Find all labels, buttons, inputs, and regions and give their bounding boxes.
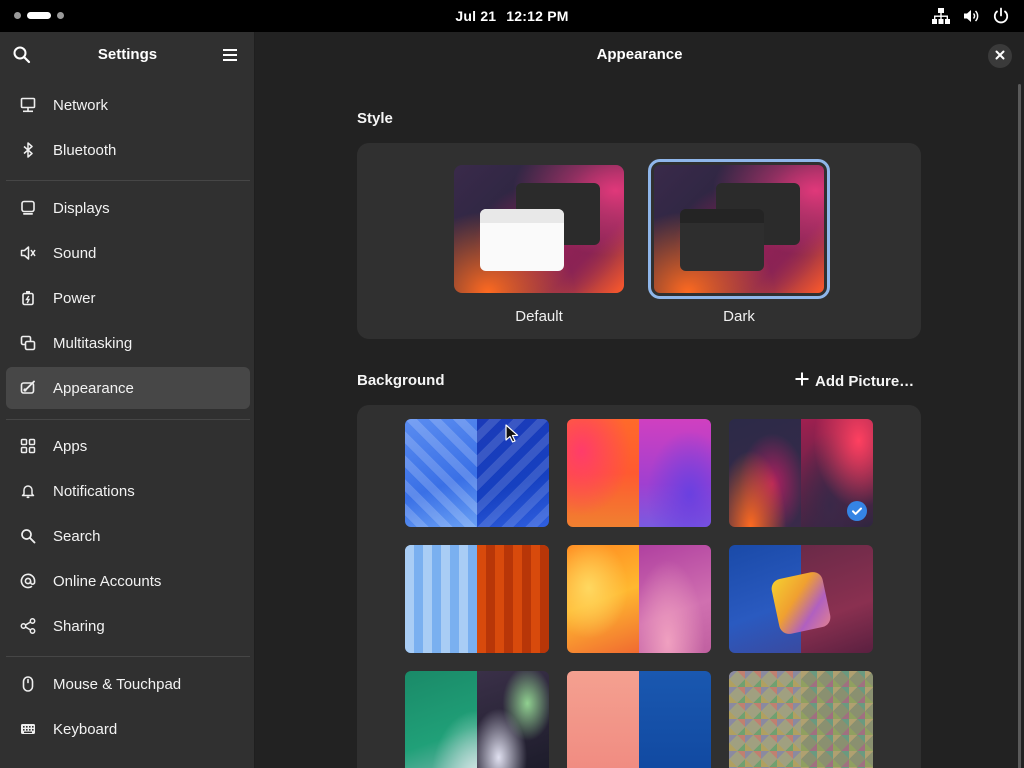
apps-grid-icon <box>19 437 37 455</box>
clock[interactable]: Jul 21 12:12 PM <box>0 8 1024 24</box>
sidebar-item-label: Bluetooth <box>53 141 117 159</box>
wallpaper-thumbnail[interactable] <box>405 545 549 653</box>
sidebar-item-displays[interactable]: Displays <box>6 187 250 229</box>
scrollbar[interactable] <box>1018 84 1021 768</box>
sidebar-item-bluetooth[interactable]: Bluetooth <box>6 129 250 171</box>
sidebar-item-label: Notifications <box>53 482 135 500</box>
wallpaper-thumbnail[interactable] <box>405 671 549 768</box>
sidebar-item-power[interactable]: Power <box>6 277 250 319</box>
sidebar-item-label: Appearance <box>53 379 134 397</box>
wallpaper-thumbnail[interactable] <box>567 671 711 768</box>
sidebar-item-apps[interactable]: Apps <box>6 425 250 467</box>
mouse-pointer-icon <box>505 424 519 449</box>
at-sign-icon <box>19 572 37 590</box>
bluetooth-icon <box>19 141 37 159</box>
clock-date: Jul 21 <box>455 8 497 24</box>
power-icon[interactable] <box>992 7 1010 25</box>
wallpaper-thumbnail[interactable] <box>729 545 873 653</box>
sidebar-item-label: Displays <box>53 199 110 217</box>
wallpaper-thumbnail[interactable] <box>567 419 711 527</box>
add-picture-button[interactable]: Add Picture… <box>795 372 914 390</box>
sidebar-item-network[interactable]: Network <box>6 84 250 126</box>
close-icon <box>995 47 1005 65</box>
network-wired-icon[interactable] <box>932 7 950 25</box>
sidebar-title: Settings <box>97 46 158 63</box>
sidebar-divider <box>6 419 250 420</box>
style-option-default[interactable] <box>454 165 624 293</box>
sidebar-item-keyboard[interactable]: Keyboard <box>6 708 250 750</box>
style-section-title: Style <box>357 110 393 127</box>
settings-sidebar: Settings Network Bluetooth Displays Soun… <box>0 32 255 768</box>
sidebar-item-appearance[interactable]: Appearance <box>6 367 250 409</box>
network-icon <box>19 96 37 114</box>
sidebar-item-sound[interactable]: Sound <box>6 232 250 274</box>
sidebar-divider <box>6 656 250 657</box>
sidebar-header: Settings <box>0 32 254 78</box>
add-picture-label: Add Picture… <box>815 372 915 390</box>
sidebar-item-mouse-touchpad[interactable]: Mouse & Touchpad <box>6 663 250 705</box>
sidebar-item-label: Sharing <box>53 617 105 635</box>
main-menu-button[interactable] <box>220 45 242 67</box>
volume-icon[interactable] <box>962 7 980 25</box>
glass-cube-shape <box>769 570 833 636</box>
wallpaper-thumbnail[interactable] <box>729 419 873 527</box>
sidebar-item-label: Online Accounts <box>53 572 162 590</box>
sidebar-item-search[interactable]: Search <box>6 515 250 557</box>
style-option-label: Dark <box>723 308 755 325</box>
close-button[interactable] <box>988 44 1012 68</box>
hamburger-menu-icon <box>220 49 240 69</box>
appearance-panel: Appearance Style Default Dark Background… <box>255 32 1024 768</box>
wallpaper-thumbnail[interactable] <box>567 545 711 653</box>
appearance-icon <box>19 379 37 397</box>
sidebar-item-label: Sound <box>53 244 97 262</box>
multitasking-icon <box>19 334 37 352</box>
preview-front-window-light <box>480 209 564 271</box>
sidebar-divider <box>6 180 250 181</box>
mouse-icon <box>19 675 37 693</box>
background-section-title: Background <box>357 372 445 389</box>
bell-icon <box>19 482 37 500</box>
speaker-icon <box>19 244 37 262</box>
top-bar: Jul 21 12:12 PM <box>0 0 1024 32</box>
page-title: Appearance <box>596 46 683 63</box>
style-option-label: Default <box>515 308 563 325</box>
sidebar-item-multitasking[interactable]: Multitasking <box>6 322 250 364</box>
battery-icon <box>19 289 37 307</box>
search-icon <box>19 527 37 545</box>
style-option-dark[interactable] <box>648 159 830 299</box>
panel-header: Appearance <box>255 32 1024 78</box>
sidebar-item-label: Multitasking <box>53 334 133 352</box>
share-icon <box>19 617 37 635</box>
sidebar-item-label: Apps <box>53 437 88 455</box>
sidebar-item-sharing[interactable]: Sharing <box>6 605 250 647</box>
sidebar-item-label: Mouse & Touchpad <box>53 675 182 693</box>
display-icon <box>19 199 37 217</box>
sidebar-item-notifications[interactable]: Notifications <box>6 470 250 512</box>
sidebar-item-label: Power <box>53 289 96 307</box>
style-card: Default Dark <box>357 143 921 339</box>
system-tray[interactable] <box>932 7 1010 25</box>
wallpaper-thumbnail[interactable] <box>405 419 549 527</box>
keyboard-icon <box>19 720 37 738</box>
selected-checkmark-icon <box>847 501 867 521</box>
preview-front-window-dark <box>680 209 764 271</box>
plus-icon <box>795 372 809 390</box>
wallpaper-thumbnail[interactable] <box>729 671 873 768</box>
background-card <box>357 405 921 768</box>
sidebar-item-label: Keyboard <box>53 720 118 738</box>
sidebar-item-label: Network <box>53 96 109 114</box>
clock-time: 12:12 PM <box>506 8 569 24</box>
sidebar-item-online-accounts[interactable]: Online Accounts <box>6 560 250 602</box>
sidebar-item-label: Search <box>53 527 101 545</box>
